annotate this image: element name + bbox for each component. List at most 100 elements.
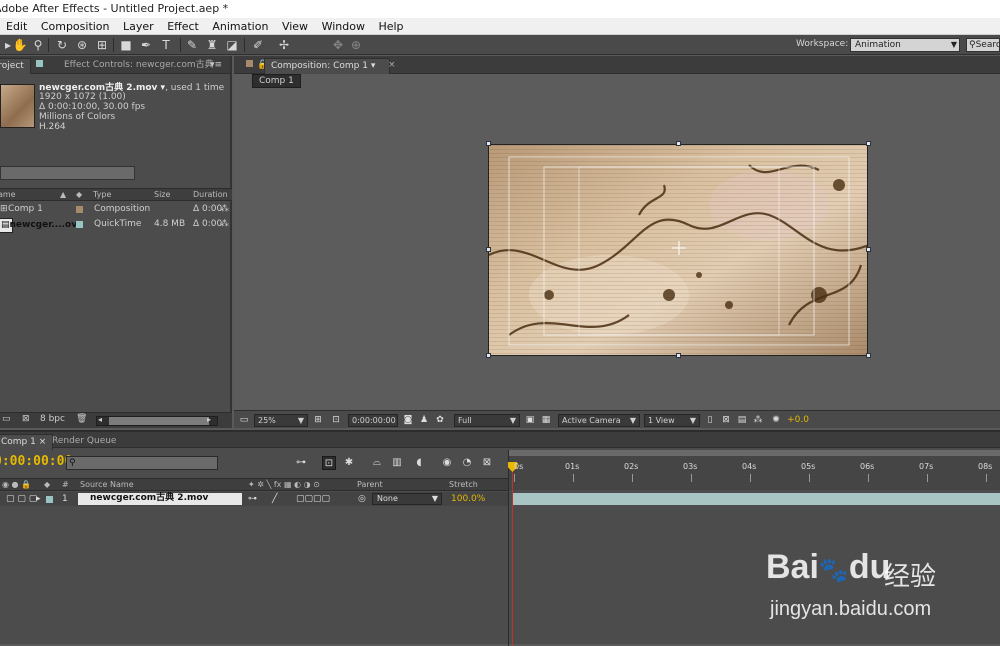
menu-animation[interactable]: Animation xyxy=(208,18,272,35)
tab-render-queue[interactable]: Render Queue xyxy=(46,434,122,450)
project-item-footage[interactable]: ▤ newcger....ov QuickTime 4.8 MB Δ 0:00 … xyxy=(0,217,232,233)
type-tool-icon[interactable]: T xyxy=(158,37,174,53)
tab-project[interactable]: Project xyxy=(0,58,31,74)
pick-whip-icon[interactable]: ◎ xyxy=(358,492,366,506)
tab-effect-controls[interactable]: Effect Controls: newcger.com古典 xyxy=(58,58,220,74)
menu-help[interactable]: Help xyxy=(374,18,407,35)
col-type[interactable]: Type xyxy=(93,189,111,201)
menu-layer[interactable]: Layer xyxy=(119,18,158,35)
new-folder-icon[interactable]: ▭ xyxy=(2,414,11,424)
collapse-switch-icon[interactable]: ⊶ xyxy=(248,492,257,506)
col-parent[interactable]: Parent xyxy=(357,479,383,491)
layer-name[interactable]: newcger.com古典 2.mov xyxy=(78,493,242,505)
timeline-layer-row[interactable]: ▢ ▢ ▢ ▸ 1 newcger.com古典 2.mov ⊶ ╱ ▢▢▢▢ ◎… xyxy=(0,492,508,506)
region-of-interest-icon[interactable]: ▣ xyxy=(524,414,536,426)
hand-tool-icon[interactable]: ✋ xyxy=(12,37,28,53)
scroll-thumb[interactable] xyxy=(109,417,209,425)
label-column-icon[interactable]: ◆ xyxy=(76,189,82,201)
draft-3d-icon[interactable]: ✱ xyxy=(342,456,356,470)
eraser-tool-icon[interactable]: ◪ xyxy=(224,37,240,53)
exposure-value[interactable]: +0.0 xyxy=(786,414,810,426)
menu-view[interactable]: View xyxy=(278,18,312,35)
magnification-dropdown[interactable]: 25% ▼ xyxy=(254,414,308,427)
current-time-field[interactable]: 0:00:00:00 xyxy=(348,414,398,427)
expand-triangle-icon[interactable]: ▸ xyxy=(36,492,41,506)
layer-switch-boxes[interactable]: ▢ ▢ ▢ xyxy=(6,492,37,506)
pixel-aspect-icon[interactable]: ▯ xyxy=(704,414,716,426)
clone-stamp-tool-icon[interactable]: ♜ xyxy=(204,37,220,53)
scroll-right-icon[interactable]: ▸ xyxy=(207,415,211,424)
flowchart-icon[interactable]: ⁂ xyxy=(220,217,229,232)
brainstorm-icon[interactable]: ◉ xyxy=(440,456,454,470)
project-hscroll[interactable]: ◂ ▸ xyxy=(96,415,218,426)
live-update-icon[interactable]: ⊡ xyxy=(322,456,336,470)
comp-nav-tab[interactable]: Comp 1 xyxy=(252,74,301,88)
col-source-name[interactable]: Source Name xyxy=(80,479,134,491)
camera-view-dropdown[interactable]: Active Camera ▼ xyxy=(558,414,640,427)
parent-dropdown[interactable]: None ▼ xyxy=(372,493,442,505)
close-icon[interactable]: × xyxy=(382,58,402,74)
col-name[interactable]: Name xyxy=(0,189,16,201)
sort-icon[interactable]: ▲ xyxy=(60,189,66,201)
work-area-bar[interactable] xyxy=(509,450,1000,456)
current-time-display[interactable]: 0:00:00:00 xyxy=(0,454,72,469)
col-stretch[interactable]: Stretch xyxy=(449,479,478,491)
composition-viewer-image[interactable] xyxy=(488,144,868,356)
rectangle-tool-icon[interactable]: ■ xyxy=(118,37,134,53)
pan-behind-tool-icon[interactable]: ⊞ xyxy=(94,37,110,53)
timeline-search-input[interactable]: ⚲ xyxy=(66,456,218,470)
snapshot-camera-icon[interactable]: ◙ xyxy=(402,414,414,426)
exposure-icon[interactable]: ✺ xyxy=(770,414,782,426)
new-comp-icon[interactable]: ⊠ xyxy=(22,414,30,424)
scroll-left-icon[interactable]: ◂ xyxy=(98,415,102,424)
col-size[interactable]: Size xyxy=(154,189,170,201)
grid-guides-icon[interactable]: ⊞ xyxy=(312,414,324,426)
axis-local-icon[interactable]: ✥ xyxy=(330,37,346,53)
menu-composition[interactable]: Composition xyxy=(37,18,114,35)
tab-composition[interactable]: Composition: Comp 1 ▾ xyxy=(264,58,390,74)
transform-handle[interactable] xyxy=(866,247,871,252)
rotation-tool-icon[interactable]: ↻ xyxy=(54,37,70,53)
brush-tool-icon[interactable]: ✎ xyxy=(184,37,200,53)
help-search-input[interactable]: ⚲Search xyxy=(966,38,1000,52)
workspace-dropdown[interactable]: Animation ▼ xyxy=(850,38,960,52)
switch-boxes[interactable]: ▢▢▢▢ xyxy=(296,492,330,506)
zoom-tool-icon[interactable]: ⚲ xyxy=(30,37,46,53)
always-preview-icon[interactable]: ▭ xyxy=(238,414,250,426)
menu-edit[interactable]: Edit xyxy=(2,18,31,35)
transform-handle[interactable] xyxy=(486,353,491,358)
transform-handle[interactable] xyxy=(486,141,491,146)
mask-visibility-icon[interactable]: ⊡ xyxy=(330,414,342,426)
pen-tool-icon[interactable]: ✒ xyxy=(138,37,154,53)
transform-handle[interactable] xyxy=(676,141,681,146)
channel-rgb-icon[interactable]: ✿ xyxy=(434,414,446,426)
comp-mini-flowchart-icon[interactable]: ⊶ xyxy=(294,456,308,470)
roto-brush-tool-icon[interactable]: ✐ xyxy=(250,37,266,53)
auto-keyframe-icon[interactable]: ◔ xyxy=(460,456,474,470)
show-snapshot-icon[interactable]: ♟ xyxy=(418,414,430,426)
transparency-grid-icon[interactable]: ▦ xyxy=(540,414,552,426)
axis-world-icon[interactable]: ⊕ xyxy=(348,37,364,53)
project-item-comp[interactable]: ⊞ Comp 1 Composition Δ 0:00 ⁂ xyxy=(0,202,232,217)
color-depth-label[interactable]: 8 bpc xyxy=(40,414,65,424)
transform-handle[interactable] xyxy=(676,353,681,358)
project-search-input[interactable] xyxy=(0,166,135,180)
quality-switch-icon[interactable]: ╱ xyxy=(272,492,277,506)
puppet-pin-tool-icon[interactable]: ✢ xyxy=(276,37,292,53)
layer-duration-bar[interactable] xyxy=(512,493,1000,505)
panel-menu-icon[interactable]: ▾≡ xyxy=(204,58,228,74)
menu-effect[interactable]: Effect xyxy=(163,18,203,35)
stretch-value[interactable]: 100.0% xyxy=(451,492,485,506)
transform-handle[interactable] xyxy=(486,247,491,252)
col-duration[interactable]: Duration xyxy=(193,189,228,201)
graph-editor-icon[interactable]: ⊠ xyxy=(480,456,494,470)
transform-handle[interactable] xyxy=(866,353,871,358)
flowchart-icon[interactable]: ⁂ xyxy=(220,202,229,217)
menu-window[interactable]: Window xyxy=(318,18,369,35)
flowchart-icon[interactable]: ⁂ xyxy=(752,414,764,426)
camera-tool-icon[interactable]: ⊛ xyxy=(74,37,90,53)
frame-blending-icon[interactable]: ▥ xyxy=(390,456,404,470)
current-time-indicator[interactable] xyxy=(512,462,513,646)
hide-shy-layers-icon[interactable]: ⌓ xyxy=(370,456,384,470)
resolution-dropdown[interactable]: Full ▼ xyxy=(454,414,520,427)
